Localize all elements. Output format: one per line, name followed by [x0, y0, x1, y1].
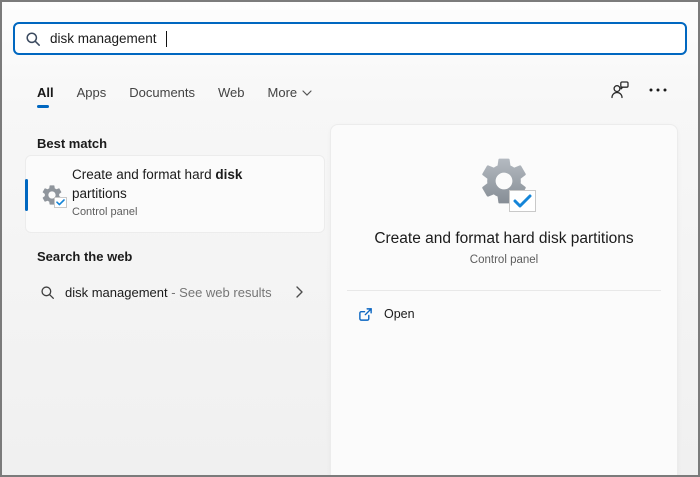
search-icon: [40, 285, 55, 300]
tab-apps[interactable]: Apps: [77, 85, 107, 100]
best-match-result[interactable]: Create and format hard disk partitions C…: [25, 155, 325, 233]
search-flyout-window: disk management All Apps Documents Web M…: [0, 0, 700, 477]
tab-all[interactable]: All: [37, 85, 54, 100]
open-action[interactable]: Open: [331, 291, 677, 337]
disk-management-gear-icon: [476, 153, 532, 209]
disk-management-gear-icon: [40, 183, 64, 207]
tab-documents[interactable]: Documents: [129, 85, 195, 100]
open-external-icon: [358, 307, 373, 322]
preview-subtitle: Control panel: [470, 254, 538, 266]
more-options-button[interactable]: [648, 84, 668, 96]
tab-web[interactable]: Web: [218, 85, 245, 100]
chevron-right-icon[interactable]: [296, 286, 303, 298]
search-input[interactable]: disk management: [13, 22, 687, 55]
account-feedback-button[interactable]: [609, 79, 631, 101]
search-web-heading: Search the web: [37, 249, 132, 264]
web-query-text: disk management: [65, 285, 168, 300]
web-search-result[interactable]: disk management - See web results: [25, 274, 325, 310]
preview-title: Create and format hard disk partitions: [360, 230, 647, 248]
open-label: Open: [384, 307, 415, 321]
check-badge-icon: [54, 197, 67, 208]
result-title-prefix: Create and format hard: [72, 167, 215, 182]
best-match-heading: Best match: [37, 136, 107, 151]
tab-more[interactable]: More: [268, 85, 313, 100]
text-caret: [166, 31, 167, 47]
best-match-text: Create and format hard disk partitions C…: [72, 165, 316, 218]
chevron-down-icon: [302, 90, 312, 96]
ellipsis-icon: [649, 88, 667, 92]
selection-indicator: [25, 179, 28, 211]
person-chat-icon: [610, 80, 630, 100]
check-badge-icon: [509, 190, 536, 212]
result-subtitle: Control panel: [72, 206, 316, 218]
preview-pane: Create and format hard disk partitions C…: [330, 124, 678, 475]
search-query-text: disk management: [50, 31, 157, 46]
result-title-highlight: disk: [215, 167, 242, 182]
search-filter-tabs: All Apps Documents Web More: [37, 85, 312, 100]
search-icon: [25, 31, 41, 47]
web-results-suffix: - See web results: [168, 285, 272, 300]
result-title-line2: partitions: [72, 184, 316, 203]
